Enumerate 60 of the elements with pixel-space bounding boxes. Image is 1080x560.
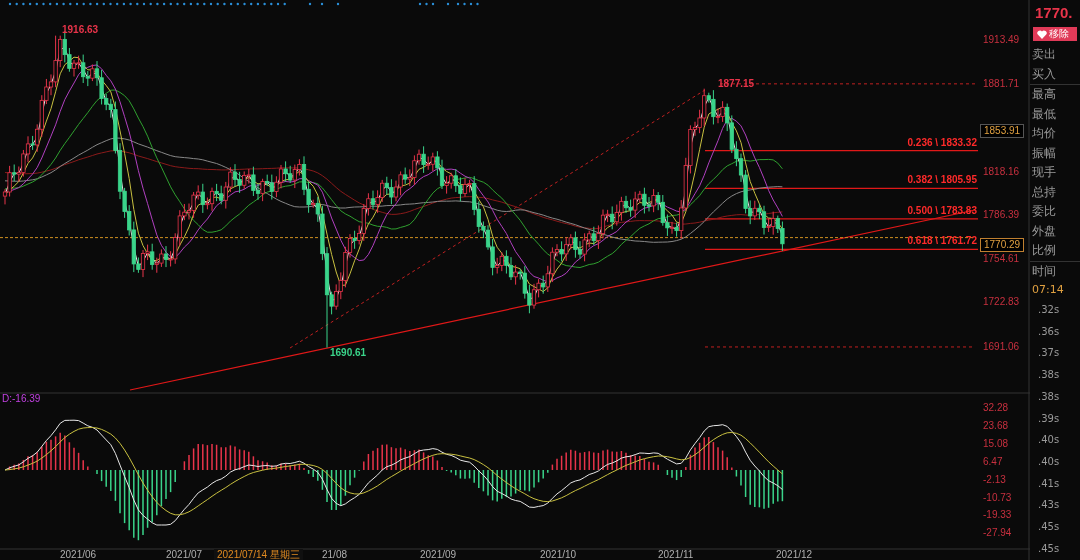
- field-label: 最高: [1030, 84, 1080, 105]
- tick-time: .40s: [1037, 454, 1061, 469]
- axis-label: 15.08: [983, 437, 1009, 450]
- axis-label: -19.33: [983, 509, 1012, 522]
- tick-time: .39s: [1037, 411, 1061, 426]
- field-label: 最低: [1031, 105, 1057, 123]
- field-label: 均价: [1031, 125, 1057, 142]
- price-label: 1690.61: [330, 347, 367, 359]
- macd-value-label: D:-16.39: [2, 393, 41, 405]
- axis-label: 23.68: [983, 419, 1009, 432]
- tick-time: .37s: [1037, 346, 1061, 361]
- tick-time: .38s: [1037, 368, 1061, 383]
- axis-label: -10.73: [983, 491, 1012, 504]
- price-label: 1916.63: [62, 24, 99, 36]
- axis-label: 1691.06: [983, 341, 1020, 353]
- tick-time: .43s: [1037, 498, 1061, 513]
- date-label: 2021/12: [776, 549, 813, 560]
- axis-label: 1818.16: [983, 166, 1020, 178]
- fib-level-label: 0.618 \ 1761.72: [907, 235, 977, 248]
- fib-level-label: 0.236 \ 1833.32: [907, 136, 977, 149]
- tick-time: .45s: [1037, 520, 1061, 535]
- field-label: 总持: [1031, 183, 1057, 201]
- axis-label: 32.28: [983, 402, 1009, 414]
- tick-time: .36s: [1037, 324, 1061, 339]
- field-label: 买入: [1031, 65, 1057, 83]
- date-label: 2021/07: [166, 549, 203, 560]
- date-label: 2021/06: [60, 549, 97, 560]
- tick-time: .38s: [1037, 389, 1061, 404]
- axis-label: 1881.71: [983, 78, 1020, 90]
- axis-label: 1786.39: [983, 209, 1020, 221]
- date-label: 2021/09: [420, 549, 457, 560]
- date-label: 2021/11: [658, 549, 694, 560]
- axis-label: 1913.49: [983, 34, 1020, 46]
- field-label: 振幅: [1031, 144, 1057, 162]
- date-label: 21/08: [322, 549, 348, 560]
- axis-label: 1722.83: [983, 296, 1020, 308]
- tick-time: .40s: [1037, 433, 1061, 448]
- field-label: 外盘: [1031, 222, 1057, 240]
- field-label: 比例: [1031, 242, 1057, 259]
- current-time: 07:14: [1031, 282, 1065, 298]
- current-price: 1770.: [1034, 3, 1074, 23]
- date-cursor-label: 2021/07/14 星期三: [214, 549, 303, 560]
- axis-label: -2.13: [983, 473, 1006, 486]
- date-label: 2021/10: [540, 549, 577, 560]
- price-marker: 1853.91: [980, 124, 1025, 138]
- tick-time: .41s: [1037, 476, 1061, 491]
- remove-button[interactable]: 移除: [1033, 27, 1077, 41]
- tick-time: .32s: [1037, 303, 1061, 317]
- field-label: 委比: [1031, 203, 1057, 220]
- axis-label: -27.94: [983, 527, 1012, 540]
- fib-level-label: 0.500 \ 1783.83: [907, 204, 977, 217]
- field-label: 现手: [1031, 164, 1057, 181]
- time-label: 时间: [1030, 260, 1080, 281]
- axis-label: 1754.61: [983, 253, 1020, 265]
- price-label: 1877.15: [718, 78, 755, 90]
- axis-label: 6.47: [983, 455, 1003, 468]
- tick-time: .45s: [1037, 541, 1061, 556]
- field-label: 卖出: [1031, 46, 1057, 63]
- price-marker: 1770.29: [980, 238, 1025, 252]
- fib-level-label: 0.382 \ 1805.95: [907, 174, 977, 187]
